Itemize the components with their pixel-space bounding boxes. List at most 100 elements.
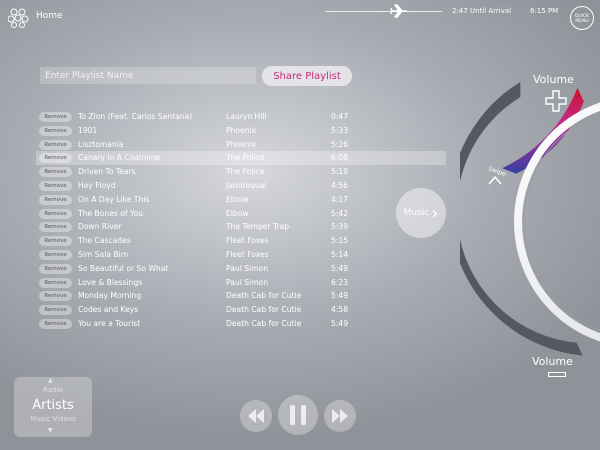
transport-controls [240,395,356,435]
track-title: On A Day Like This [78,194,150,204]
chevron-up-icon [488,175,502,185]
track-title: Love & Blessings [78,277,143,287]
playlist-name-input[interactable] [40,67,256,84]
track-row[interactable]: Remove Driven To Tears The Police 5:19 [36,165,446,179]
flight-progress-line [325,11,442,12]
track-artist: Death Cab for Cutie [226,305,302,315]
pause-icon[interactable] [278,395,318,435]
track-title: Canary In A Coalmine [78,153,161,163]
chevron-up-icon[interactable]: ▲ [48,377,53,384]
track-title: So Beautiful or So What [78,263,169,273]
track-row[interactable]: Remove To Zion (Feat. Carlos Santana) Laur… [36,110,446,124]
track-list: Remove To Zion (Feat. Carlos Santana) Laur… [36,110,446,331]
remove-button[interactable]: Remove [39,318,72,329]
track-row[interactable]: Remove Hey Floyd Jamiroquai 4:56 [36,179,446,193]
track-duration: 0:47 [331,112,349,121]
track-artist: The Police [226,153,265,163]
top-bar: Home 2:47 Until Arrival 6:15 PM QUICK ME… [0,0,600,34]
home-icon[interactable] [8,8,32,28]
track-duration: 5:33 [331,125,349,135]
quick-menu-line2: MENU [575,19,589,24]
arrival-countdown: 2:47 Until Arrival [452,7,512,15]
chevron-right-icon: › [431,202,439,224]
share-playlist-button[interactable]: Share Playlist [262,66,352,86]
volume-down-label: Volume [532,355,573,368]
track-duration: 6:23 [331,277,349,287]
remove-button[interactable]: Remove [39,194,72,205]
track-artist: Death Cab for Cutie [226,291,302,301]
track-row[interactable]: Remove Monday Morning Death Cab for Cutie 5… [36,289,446,303]
track-artist: The Temper Trap [226,222,290,232]
track-title: The Bones of You [78,208,144,218]
remove-button[interactable]: Remove [39,153,72,164]
track-duration: 5:15 [331,236,349,246]
track-artist: Lauryn Hill [226,112,267,121]
remove-button[interactable]: Remove [39,236,72,247]
source-artists[interactable]: Artists [14,398,92,413]
track-duration: 5:42 [331,208,349,218]
track-row[interactable]: Remove 1901 Phoenix 5:33 [36,124,446,138]
remove-button[interactable]: Remove [39,277,72,288]
track-row[interactable]: Remove Lisztomania Phoenix 5:26 [36,138,446,152]
track-title: Lisztomania [78,139,124,149]
track-artist: Phoenix [226,139,257,149]
remove-button[interactable]: Remove [39,180,72,191]
source-music-videos[interactable]: Music Videos [14,415,92,423]
volume-wheel[interactable]: Swipe [460,80,600,370]
remove-button[interactable]: Remove [39,291,72,302]
track-artist: Fleet Foxes [226,249,269,259]
quick-menu-button[interactable]: QUICK MENU [570,6,594,30]
track-row[interactable]: Remove Canary In A Coalmine The Police 6:08 [36,151,446,166]
track-artist: Paul Simon [226,263,269,273]
track-duration: 4:56 [331,180,349,190]
track-title: 1901 [78,125,98,135]
home-label[interactable]: Home [36,11,63,21]
remove-button[interactable]: Remove [39,249,72,260]
track-row[interactable]: Remove So Beautiful or So What Paul Simon 5… [36,262,446,276]
minus-icon[interactable] [548,372,566,377]
clock: 6:15 PM [530,7,559,15]
track-title: Hey Floyd [78,180,116,190]
remove-button[interactable]: Remove [39,167,72,178]
track-title: To Zion (Feat. Carlos Santana) [78,112,193,121]
track-artist: Phoenix [226,125,257,135]
remove-button[interactable]: Remove [39,125,72,136]
remove-button[interactable]: Remove [39,222,72,233]
music-button[interactable]: Music › [396,188,446,238]
track-row[interactable]: Remove The Cascades Fleet Foxes 5:15 [36,234,446,248]
track-artist: Paul Simon [226,277,269,287]
track-duration: 5:49 [331,291,349,301]
track-duration: 5:49 [331,263,349,273]
remove-button[interactable]: Remove [39,263,72,274]
remove-button[interactable]: Remove [39,208,72,219]
airplane-icon [390,4,407,18]
track-row[interactable]: Remove You are a Tourist Death Cab for Cut… [36,317,446,331]
track-row[interactable]: Remove Down River The Temper Trap 5:39 [36,220,446,234]
remove-button[interactable]: Remove [39,305,72,316]
track-artist: Elbow [226,194,249,204]
track-row[interactable]: Remove Love & Blessings Paul Simon 6:23 [36,276,446,290]
track-title: Monday Morning [78,291,142,301]
chevron-down-icon[interactable]: ▼ [48,427,53,434]
track-row[interactable]: Remove Codes and Keys Death Cab for Cutie 4… [36,303,446,317]
track-row[interactable]: Remove Sim Sala Bim Fleet Foxes 5:14 [36,248,446,262]
fast-forward-icon[interactable] [324,400,356,432]
share-playlist-label: Share Playlist [273,70,341,82]
track-title: Codes and Keys [78,305,139,315]
track-duration: 5:26 [331,139,349,149]
track-title: Sim Sala Bim [78,249,129,259]
music-button-label: Music [403,208,430,218]
track-row[interactable]: Remove On A Day Like This Elbow 4:17 [36,193,446,207]
swipe-hint: Swipe [487,165,506,178]
track-title: You are a Tourist [78,318,141,328]
remove-button[interactable]: Remove [39,139,72,150]
track-artist: The Police [226,167,265,177]
track-duration: 4:17 [331,194,349,204]
source-radio[interactable]: Radio [14,386,92,394]
source-picker[interactable]: ▲ Radio Artists Music Videos ▼ [14,377,92,437]
rewind-icon[interactable] [240,400,272,432]
remove-button[interactable]: Remove [39,112,72,122]
track-title: Driven To Tears [78,167,136,177]
track-row[interactable]: Remove The Bones of You Elbow 5:42 [36,207,446,221]
track-artist: Jamiroquai [226,180,267,190]
